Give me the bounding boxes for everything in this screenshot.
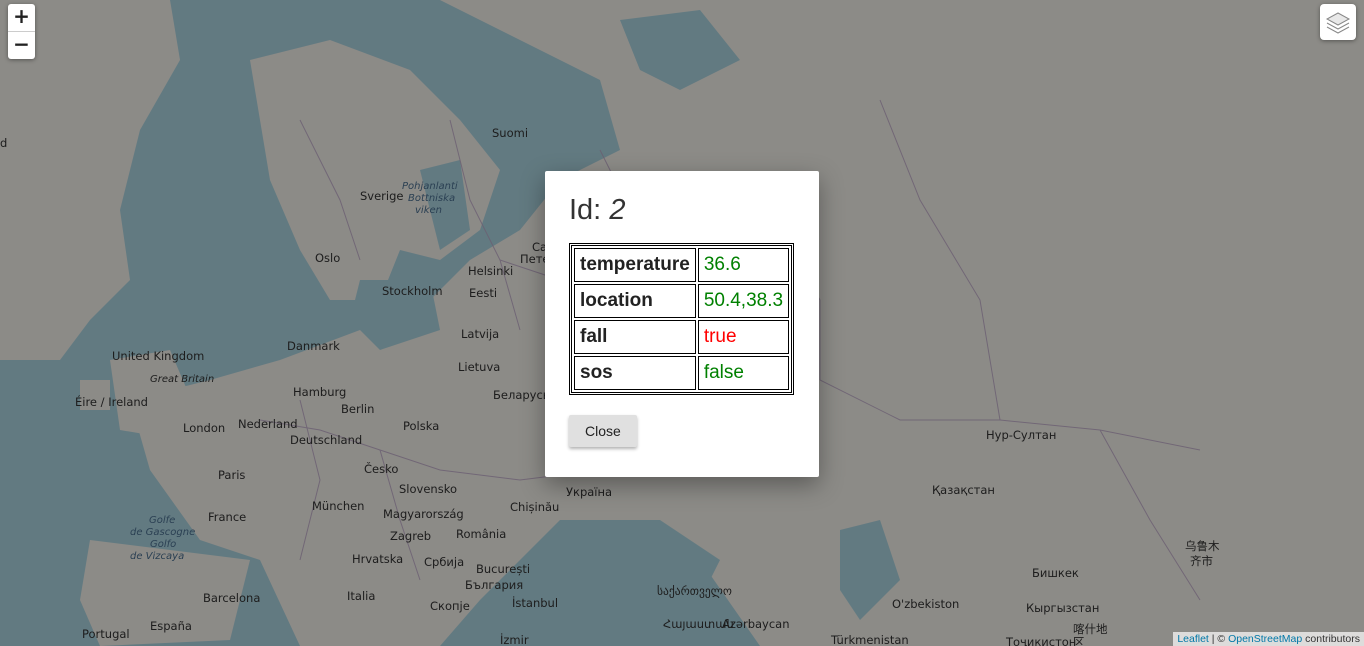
property-key: location	[574, 284, 696, 318]
property-key: temperature	[574, 248, 696, 282]
layers-button[interactable]	[1320, 4, 1356, 40]
map-attribution: Leaflet | © OpenStreetMap contributors	[1173, 632, 1364, 646]
openstreetmap-link[interactable]: OpenStreetMap	[1228, 633, 1302, 645]
property-row: temperature 36.6	[574, 248, 790, 282]
device-id: 2	[609, 194, 626, 226]
property-value: false	[697, 356, 790, 390]
property-row: sos false	[574, 356, 790, 390]
zoom-in-button[interactable]: +	[8, 4, 35, 31]
attribution-contributors: contributors	[1302, 633, 1360, 645]
attribution-separator: | ©	[1208, 633, 1229, 645]
property-value: 36.6	[697, 248, 790, 282]
property-value: true	[697, 320, 790, 354]
modal-title-prefix: Id:	[569, 194, 610, 226]
zoom-out-button[interactable]: −	[8, 31, 35, 59]
layers-icon	[1325, 12, 1351, 34]
leaflet-link[interactable]: Leaflet	[1177, 633, 1209, 645]
property-row: location 50.4,38.3	[574, 284, 790, 318]
close-button[interactable]: Close	[569, 415, 637, 447]
device-properties-table: temperature 36.6 location 50.4,38.3 fall true…	[569, 243, 795, 395]
device-detail-modal: Id: 2 temperature 36.6 location 50.4,38.3 fa…	[545, 171, 819, 477]
zoom-control: + −	[8, 4, 35, 59]
modal-title: Id: 2	[569, 193, 795, 227]
property-value: 50.4,38.3	[697, 284, 790, 318]
property-row: fall true	[574, 320, 790, 354]
property-key: sos	[574, 356, 696, 390]
property-key: fall	[574, 320, 696, 354]
